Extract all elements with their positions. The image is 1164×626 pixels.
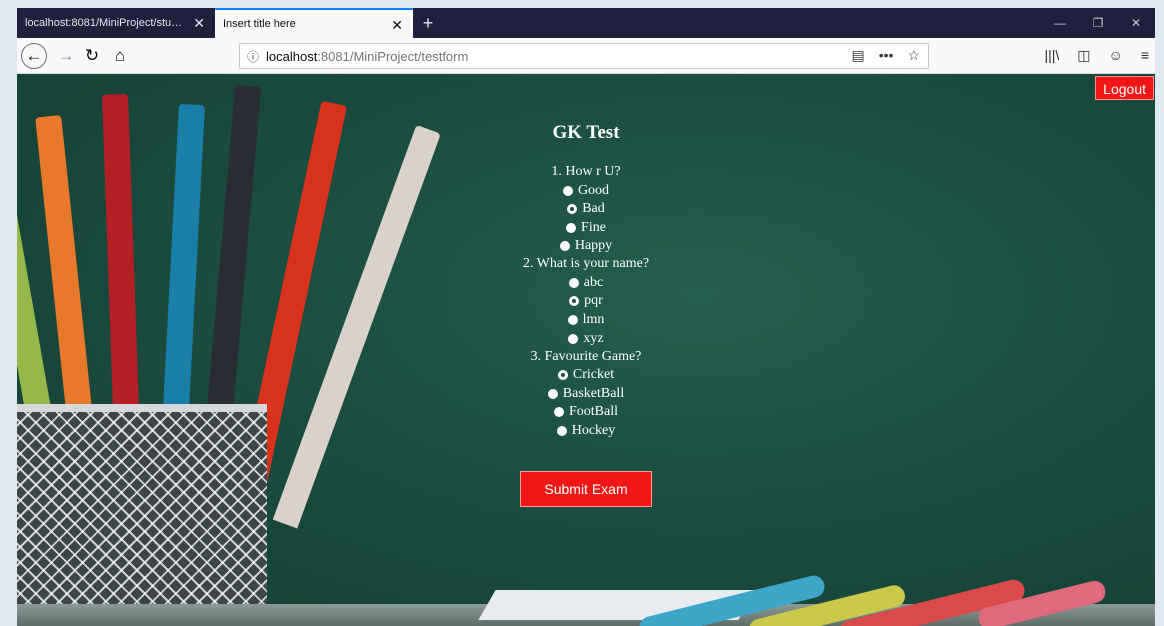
option-row: BasketBall: [17, 385, 1155, 405]
option-row: abc: [17, 274, 1155, 294]
nav-toolbar: ← → ↻ ⌂ ⓘ localhost :8081/MiniProject/te…: [17, 38, 1155, 74]
sidebar-icon[interactable]: ◫: [1077, 47, 1090, 64]
option-label: Good: [577, 183, 610, 198]
tab-title: localhost:8081/MiniProject/student: [25, 17, 185, 29]
radio-option[interactable]: Hockey: [556, 422, 616, 440]
tab-testform[interactable]: Insert title here ✕: [215, 8, 413, 38]
radio-button[interactable]: [567, 315, 578, 325]
option-label: BasketBall: [562, 386, 625, 401]
page-content: Logout GK Test 1. How r U? Good Bad Fine…: [17, 74, 1155, 626]
url-path: :8081/MiniProject/testform: [317, 48, 469, 64]
library-icon[interactable]: |||\: [1044, 47, 1059, 64]
back-icon[interactable]: ←: [21, 43, 47, 69]
radio-option[interactable]: Fine: [566, 219, 606, 237]
radio-option[interactable]: Cricket: [557, 366, 615, 384]
radio-option[interactable]: Good: [562, 182, 610, 200]
tab-strip: localhost:8081/MiniProject/student ✕ Ins…: [17, 8, 1155, 38]
radio-option[interactable]: Bad: [567, 200, 605, 218]
radio-button[interactable]: [568, 334, 579, 344]
radio-button[interactable]: [568, 278, 579, 288]
option-label: lmn: [582, 312, 605, 327]
option-row: Fine: [17, 219, 1155, 239]
option-row: xyz: [17, 330, 1155, 350]
option-label: pqr: [584, 293, 603, 308]
option-label: Cricket: [572, 367, 615, 382]
radio-button-checked[interactable]: [569, 296, 580, 306]
logout-button[interactable]: Logout: [1095, 76, 1154, 100]
radio-option[interactable]: lmn: [567, 311, 605, 329]
url-bar[interactable]: ⓘ localhost :8081/MiniProject/testform ▤…: [239, 43, 929, 69]
question-2-text: 2. What is your name?: [522, 256, 650, 271]
toolbar-right: |||\ ◫ ☺ ≡: [1044, 47, 1149, 64]
option-label: Bad: [582, 201, 605, 216]
radio-button[interactable]: [547, 389, 558, 399]
radio-button[interactable]: [553, 407, 564, 417]
option-label: FootBall: [568, 404, 618, 419]
more-actions-icon[interactable]: •••: [879, 47, 894, 64]
tab-title: Insert title here: [223, 18, 296, 30]
radio-button-checked[interactable]: [557, 370, 568, 380]
option-row: Hockey: [17, 422, 1155, 442]
home-icon[interactable]: ⌂: [107, 43, 133, 69]
question-1-text: 1. How r U?: [551, 164, 621, 179]
restore-icon[interactable]: ❐: [1079, 8, 1117, 38]
forward-icon[interactable]: →: [53, 43, 79, 69]
option-label: xyz: [583, 331, 604, 346]
hamburger-menu-icon[interactable]: ≡: [1141, 47, 1149, 64]
radio-button[interactable]: [556, 426, 567, 436]
bookmark-star-icon[interactable]: ☆: [907, 47, 920, 64]
radio-option[interactable]: FootBall: [553, 403, 618, 421]
window-controls: — ❐ ✕: [1041, 8, 1155, 38]
minimize-icon[interactable]: —: [1041, 8, 1079, 38]
page-title: GK Test: [552, 122, 620, 143]
radio-option[interactable]: BasketBall: [547, 385, 625, 403]
radio-button[interactable]: [562, 186, 573, 196]
option-row: Bad: [17, 200, 1155, 220]
radio-button-checked[interactable]: [567, 204, 578, 214]
radio-button[interactable]: [559, 241, 570, 251]
new-tab-button[interactable]: +: [413, 8, 443, 38]
option-row: lmn: [17, 311, 1155, 331]
browser-window: localhost:8081/MiniProject/student ✕ Ins…: [17, 8, 1155, 626]
option-label: abc: [583, 275, 604, 290]
radio-option[interactable]: abc: [568, 274, 604, 292]
radio-option[interactable]: Happy: [559, 237, 613, 255]
account-icon[interactable]: ☺: [1109, 47, 1123, 64]
info-icon[interactable]: ⓘ: [240, 48, 266, 65]
radio-option[interactable]: xyz: [568, 330, 604, 348]
option-row: Cricket: [17, 366, 1155, 386]
reload-icon[interactable]: ↻: [79, 43, 105, 69]
radio-button[interactable]: [566, 223, 577, 233]
tab-student[interactable]: localhost:8081/MiniProject/student ✕: [17, 8, 215, 38]
close-icon[interactable]: ✕: [391, 17, 403, 33]
submit-exam-button[interactable]: Submit Exam: [520, 471, 652, 507]
url-host: localhost: [266, 48, 318, 64]
url-actions: ▤ ••• ☆: [851, 47, 920, 64]
reader-view-icon[interactable]: ▤: [851, 47, 864, 64]
option-row: FootBall: [17, 403, 1155, 423]
option-label: Fine: [581, 220, 606, 235]
close-icon[interactable]: ✕: [193, 15, 205, 31]
close-window-icon[interactable]: ✕: [1117, 8, 1155, 38]
question-3-text: 3. Favourite Game?: [530, 349, 642, 364]
option-row: Happy: [17, 237, 1155, 257]
radio-option[interactable]: pqr: [569, 292, 603, 310]
option-label: Hockey: [571, 423, 616, 438]
option-row: Good: [17, 182, 1155, 202]
option-label: Happy: [574, 238, 613, 253]
option-row: pqr: [17, 292, 1155, 312]
